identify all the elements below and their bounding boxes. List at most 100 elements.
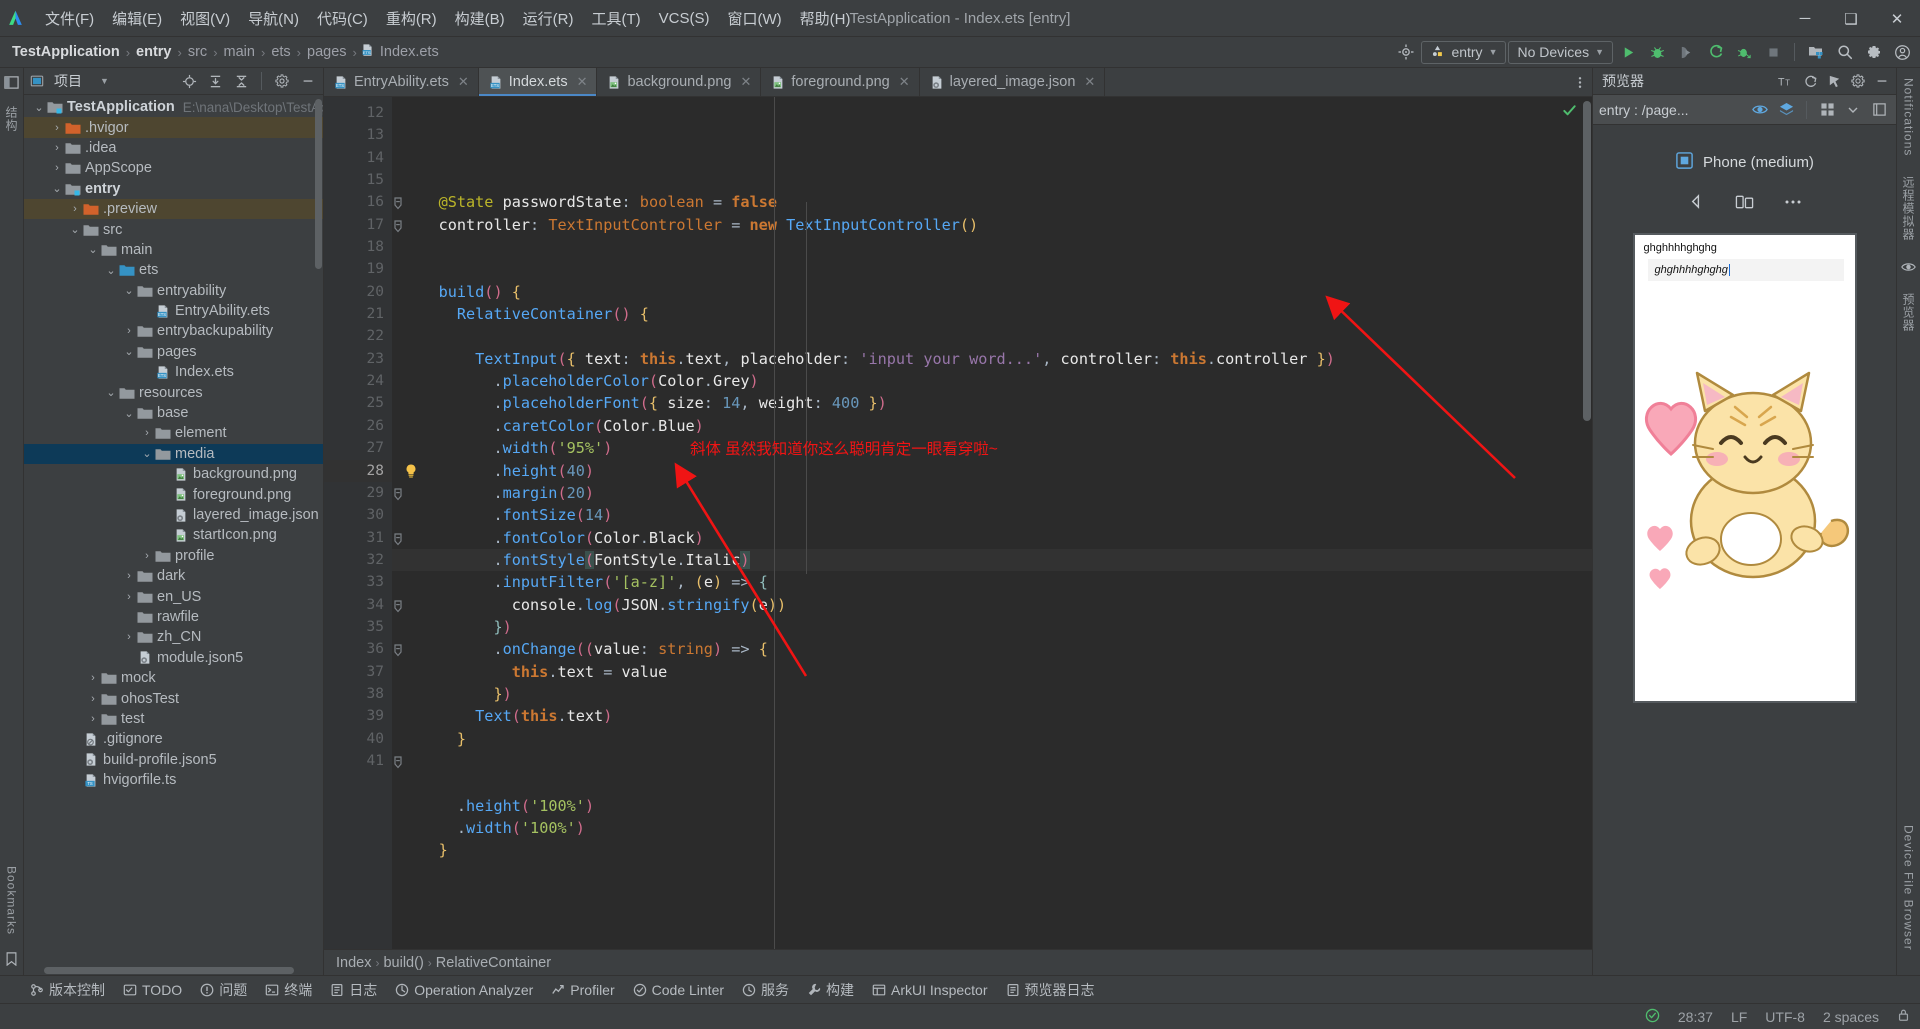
refresh-icon[interactable] [1799,70,1821,92]
target-selector-icon[interactable] [1392,39,1419,65]
line-number-23[interactable]: 23 [324,348,392,370]
code-line-31[interactable]: }) [392,616,1592,638]
menu-tools[interactable]: 工具(T) [582,4,649,33]
collapse-all-button[interactable] [230,70,252,92]
inspector-icon[interactable] [1823,70,1845,92]
preview-text-input[interactable]: ghghhhhghghg [1647,259,1844,281]
line-number-24[interactable]: 24 [324,370,392,392]
code-line-19[interactable]: TextInput({ text: this.text, placeholder… [392,348,1592,370]
chevron-right-icon[interactable]: › [86,672,100,684]
tree-node-pages[interactable]: ⌄ pages [24,342,323,362]
tree-node-media[interactable]: ⌄ media [24,443,323,465]
tool-services[interactable]: 服务 [734,977,797,1003]
debug-button[interactable] [1644,39,1671,65]
bookmark-icon[interactable] [2,949,22,969]
chevron-right-icon[interactable]: › [140,427,154,439]
layers-icon[interactable] [1775,99,1797,121]
code-line-20[interactable]: .placeholderColor(Color.Grey) [392,370,1592,392]
chevron-down-icon[interactable]: ⌄ [104,264,118,277]
select-opened-file-button[interactable] [178,70,200,92]
previewer-path[interactable]: entry : /page... [1599,102,1689,118]
tree-node-test[interactable]: › test [24,709,323,729]
rail-notifications[interactable]: Notifications [1901,74,1917,160]
tree-node-resources[interactable]: ⌄ resources [24,382,323,402]
chevron-right-icon[interactable]: › [122,570,136,582]
code-line-39[interactable]: .height('100%') [392,795,1592,817]
line-number-28[interactable]: 28 [324,459,416,482]
event-log-icon[interactable] [1645,1008,1660,1026]
minimize-button[interactable]: ─ [1782,0,1828,37]
account-icon[interactable] [1889,39,1916,65]
structure-crumb-1[interactable]: build() [383,955,423,971]
tool-arkui-inspector[interactable]: ArkUI Inspector [864,979,995,1001]
line-number-38[interactable]: 38 [324,683,392,705]
line-number-21[interactable]: 21 [324,303,392,325]
chevron-right-icon[interactable]: › [122,631,136,643]
code-line-23[interactable]: .width('95%') [392,437,1592,459]
rerun-button[interactable] [1702,39,1729,65]
menu-view[interactable]: 视图(V) [171,4,239,33]
hide-panel-button[interactable] [1871,70,1893,92]
structure-crumb-0[interactable]: Index [336,955,371,971]
structure-crumb-2[interactable]: RelativeContainer [436,955,551,971]
project-settings-button[interactable] [271,70,293,92]
chevron-down-icon[interactable]: ⌄ [122,284,136,297]
rail-bookmarks[interactable]: Bookmarks [4,862,20,939]
line-number-19[interactable]: 19 [324,258,392,280]
rail-previewer[interactable]: 预览器 [1899,289,1918,336]
maximize-button[interactable]: ❑ [1828,0,1874,37]
tree-node-entryability-ets[interactable]: ETS EntryAbility.ets [24,301,323,321]
project-tree[interactable]: ⌄ TestApplication E:\nana\Desktop\TestAppl… [24,95,323,975]
tool-operation-analyzer[interactable]: Operation Analyzer [387,979,541,1001]
code-line-21[interactable]: .placeholderFont({ size: 14, weight: 400… [392,392,1592,414]
gear-icon[interactable] [1860,39,1887,65]
rail-structure[interactable]: 结构 [2,102,21,136]
code-line-29[interactable]: .inputFilter('[a-z]', (e) => { [392,571,1592,593]
tool-vcs[interactable]: 版本控制 [22,977,113,1003]
code-line-40[interactable]: .width('100%') [392,817,1592,839]
tree-node-foreground-png[interactable]: foreground.png [24,484,323,504]
hide-panel-button[interactable] [297,70,319,92]
menu-refactor[interactable]: 重构(R) [377,4,446,33]
menu-run[interactable]: 运行(R) [514,4,583,33]
code-line-28[interactable]: .fontStyle(FontStyle.Italic) [392,548,1592,572]
tree-node-main[interactable]: ⌄ main [24,240,323,260]
code-line-14[interactable] [392,236,1592,258]
tree-node-build-profile-json5[interactable]: build-profile.json5 [24,750,323,770]
stop-button[interactable] [1760,39,1787,65]
more-horizontal-icon[interactable] [1772,188,1814,215]
breadcrumb-item-4[interactable]: ets [269,44,292,60]
chevron-right-icon[interactable]: › [50,162,64,174]
code-line-16[interactable]: build() { [392,281,1592,303]
breadcrumb-item-1[interactable]: entry [134,44,173,60]
breadcrumb-item-0[interactable]: TestApplication [10,44,122,60]
tool-problems[interactable]: 问题 [192,977,255,1003]
rail-device-file-browser[interactable]: Device File Browser [1901,821,1917,955]
rotate-left-icon[interactable] [1676,188,1718,215]
tree-node-entryability[interactable]: ⌄ entryability [24,281,323,301]
file-encoding[interactable]: UTF-8 [1765,1009,1805,1025]
tool-code-linter[interactable]: Code Linter [625,979,732,1001]
tree-node-zh-cn[interactable]: › zh_CN [24,627,323,647]
indent-setting[interactable]: 2 spaces [1823,1009,1879,1025]
tree-node-base[interactable]: ⌄ base [24,403,323,423]
chevron-down-icon[interactable]: ⌄ [122,407,136,420]
chevron-down-icon[interactable]: ⌄ [50,182,64,195]
line-number-12[interactable]: 12 [324,102,392,124]
breadcrumb-item-3[interactable]: main [222,44,257,60]
tree-scrollbar-horizontal[interactable] [44,967,294,974]
tree-node-rawfile[interactable]: rawfile [24,607,323,627]
line-number-31[interactable]: 31 [324,527,402,549]
code-line-22[interactable]: .caretColor(Color.Blue) [392,415,1592,437]
grid-icon[interactable] [1816,99,1838,121]
device-manager-button[interactable] [1802,39,1829,65]
editor-tab-layered-image-json[interactable]: layered_image.json ✕ [920,68,1106,96]
chevron-right-icon[interactable]: › [50,122,64,134]
attach-debugger-button[interactable] [1673,39,1700,65]
code-line-24[interactable]: .height(40) [392,460,1592,482]
chevron-right-icon[interactable]: › [140,550,154,562]
code-line-34[interactable]: }) [392,683,1592,705]
profile-button[interactable] [1731,39,1758,65]
line-number-15[interactable]: 15 [324,169,392,191]
close-icon[interactable]: ✕ [577,74,588,90]
